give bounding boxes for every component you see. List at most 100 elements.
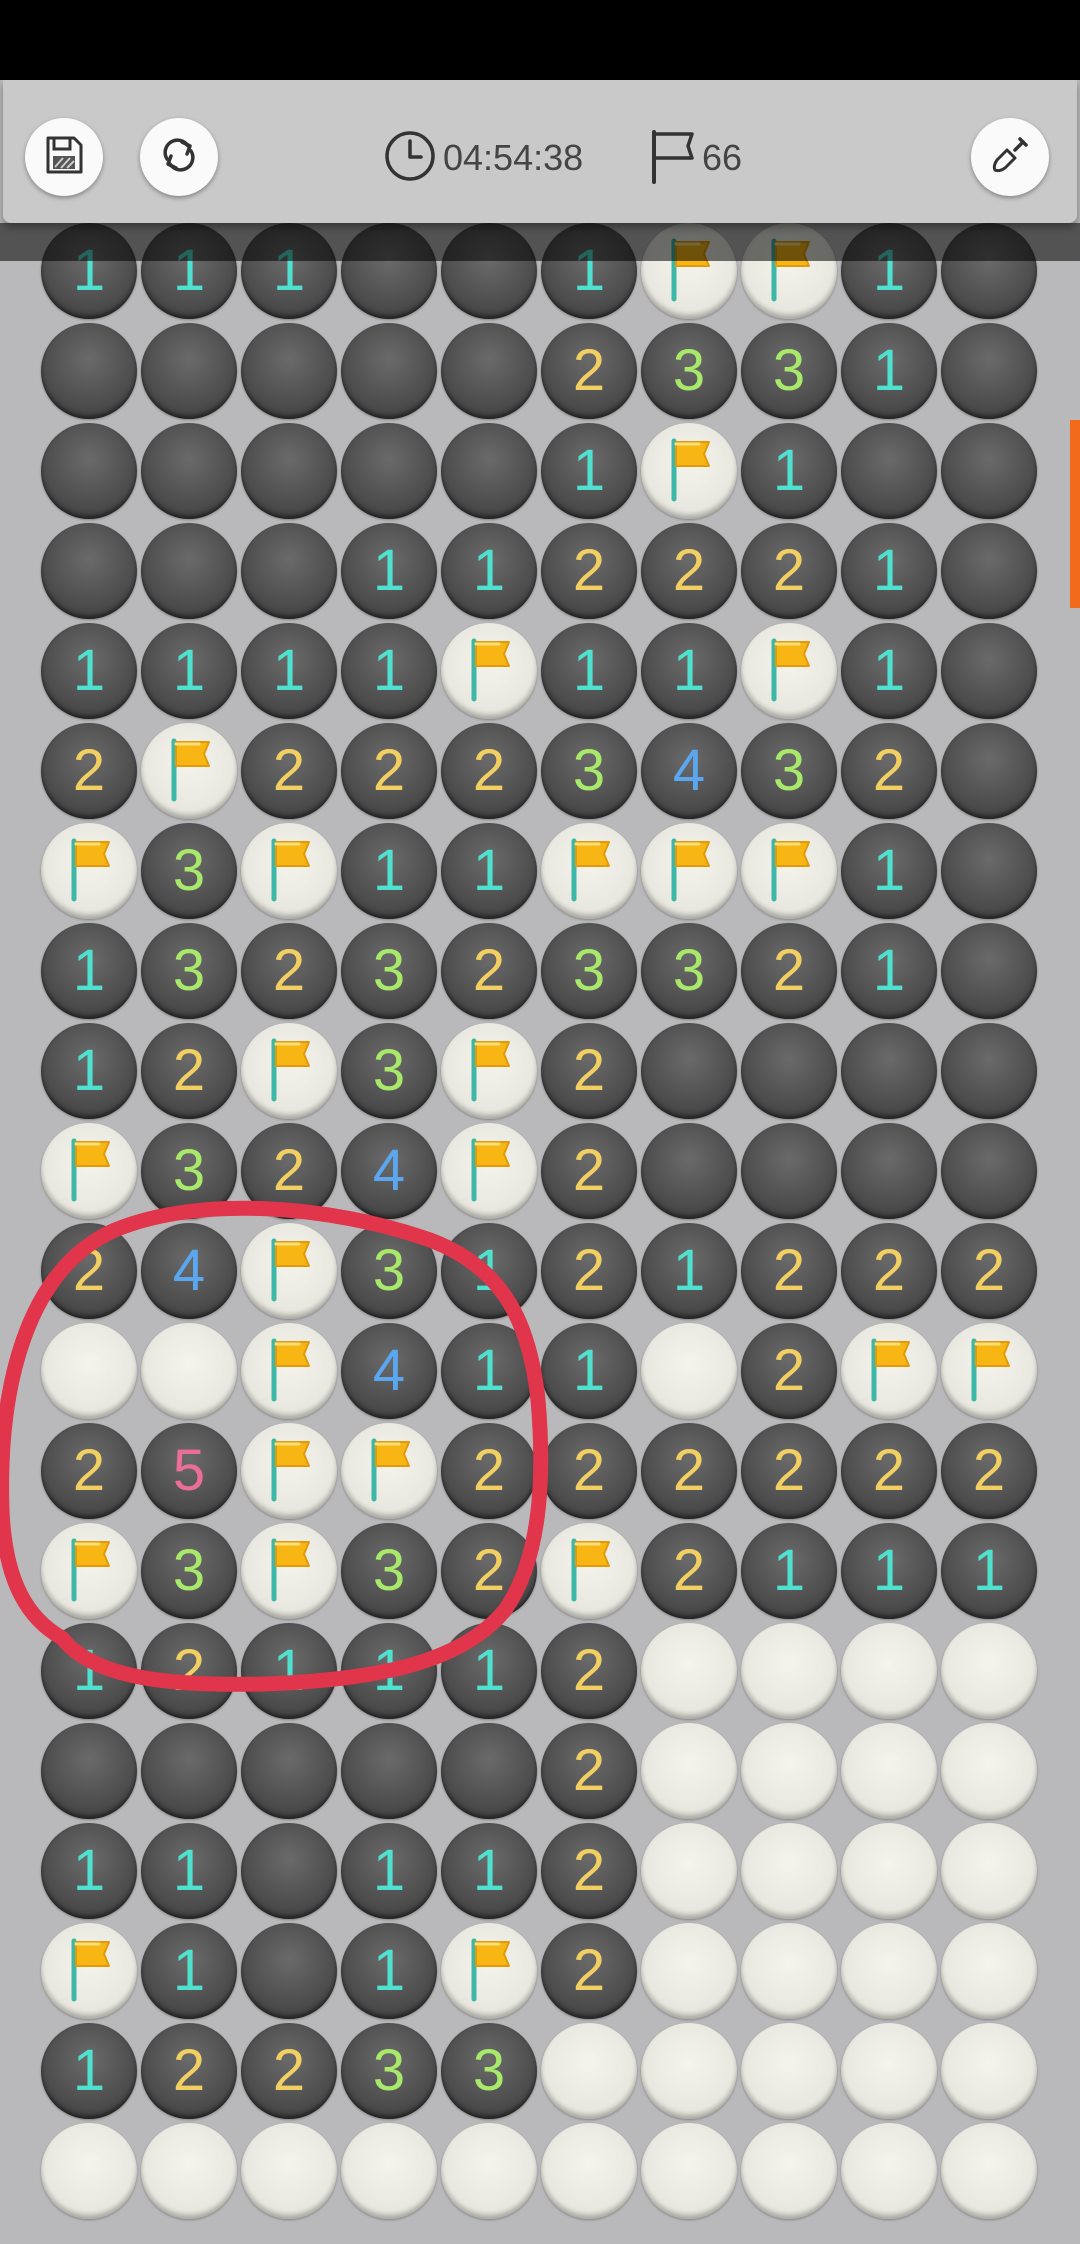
covered-cell[interactable]	[741, 2023, 837, 2119]
flagged-cell[interactable]	[441, 1123, 537, 1219]
revealed-number-cell[interactable]: 1	[341, 1923, 437, 2019]
revealed-number-cell[interactable]: 2	[741, 1223, 837, 1319]
revealed-empty-cell[interactable]	[941, 923, 1037, 1019]
revealed-number-cell[interactable]: 4	[341, 1323, 437, 1419]
revealed-empty-cell[interactable]	[141, 1723, 237, 1819]
covered-cell[interactable]	[741, 1723, 837, 1819]
revealed-number-cell[interactable]: 3	[341, 1523, 437, 1619]
revealed-empty-cell[interactable]	[941, 323, 1037, 419]
revealed-number-cell[interactable]: 2	[341, 723, 437, 819]
revealed-number-cell[interactable]: 2	[141, 1623, 237, 1719]
revealed-number-cell[interactable]: 1	[541, 423, 637, 519]
covered-cell[interactable]	[841, 2123, 937, 2219]
covered-cell[interactable]	[341, 2123, 437, 2219]
revealed-number-cell[interactable]: 2	[241, 2023, 337, 2119]
revealed-number-cell[interactable]: 1	[41, 623, 137, 719]
revealed-empty-cell[interactable]	[841, 423, 937, 519]
flagged-cell[interactable]	[141, 723, 237, 819]
revealed-number-cell[interactable]: 1	[741, 423, 837, 519]
revealed-number-cell[interactable]: 1	[841, 523, 937, 619]
revealed-number-cell[interactable]: 4	[341, 1123, 437, 1219]
flagged-cell[interactable]	[241, 1223, 337, 1319]
revealed-number-cell[interactable]: 2	[941, 1223, 1037, 1319]
revealed-number-cell[interactable]: 1	[41, 923, 137, 1019]
covered-cell[interactable]	[741, 1823, 837, 1919]
revealed-number-cell[interactable]: 3	[541, 723, 637, 819]
flagged-cell[interactable]	[241, 1023, 337, 1119]
covered-cell[interactable]	[641, 1823, 737, 1919]
revealed-number-cell[interactable]: 1	[841, 323, 937, 419]
revealed-number-cell[interactable]: 1	[441, 1323, 537, 1419]
revealed-number-cell[interactable]: 3	[341, 2023, 437, 2119]
covered-cell[interactable]	[141, 2123, 237, 2219]
flagged-cell[interactable]	[541, 823, 637, 919]
revealed-number-cell[interactable]: 2	[541, 1223, 637, 1319]
revealed-number-cell[interactable]: 2	[541, 1623, 637, 1719]
revealed-number-cell[interactable]: 3	[641, 323, 737, 419]
flagged-cell[interactable]	[41, 1523, 137, 1619]
revealed-number-cell[interactable]: 1	[41, 1023, 137, 1119]
flagged-cell[interactable]	[541, 1523, 637, 1619]
revealed-empty-cell[interactable]	[941, 1023, 1037, 1119]
revealed-number-cell[interactable]: 2	[541, 323, 637, 419]
revealed-number-cell[interactable]: 2	[541, 1123, 637, 1219]
revealed-empty-cell[interactable]	[941, 623, 1037, 719]
revealed-number-cell[interactable]: 2	[141, 2023, 237, 2119]
revealed-number-cell[interactable]: 2	[141, 1023, 237, 1119]
revealed-number-cell[interactable]: 2	[241, 723, 337, 819]
revealed-number-cell[interactable]: 2	[841, 1223, 937, 1319]
revealed-number-cell[interactable]: 1	[341, 623, 437, 719]
revealed-number-cell[interactable]: 2	[741, 923, 837, 1019]
revealed-number-cell[interactable]: 3	[141, 923, 237, 1019]
revealed-empty-cell[interactable]	[441, 1723, 537, 1819]
flagged-cell[interactable]	[241, 1523, 337, 1619]
flagged-cell[interactable]	[41, 823, 137, 919]
revealed-number-cell[interactable]: 3	[441, 2023, 537, 2119]
covered-cell[interactable]	[641, 2123, 737, 2219]
revealed-number-cell[interactable]: 2	[841, 723, 937, 819]
revealed-number-cell[interactable]: 2	[41, 1423, 137, 1519]
revealed-empty-cell[interactable]	[941, 723, 1037, 819]
revealed-number-cell[interactable]: 1	[41, 2023, 137, 2119]
revealed-number-cell[interactable]: 1	[941, 1523, 1037, 1619]
covered-cell[interactable]	[941, 2123, 1037, 2219]
flagged-cell[interactable]	[241, 1323, 337, 1419]
flagged-cell[interactable]	[241, 1423, 337, 1519]
revealed-number-cell[interactable]: 1	[341, 1823, 437, 1919]
revealed-empty-cell[interactable]	[41, 323, 137, 419]
flagged-cell[interactable]	[341, 1423, 437, 1519]
revealed-empty-cell[interactable]	[241, 1823, 337, 1919]
revealed-number-cell[interactable]: 3	[541, 923, 637, 1019]
revealed-number-cell[interactable]: 3	[141, 1123, 237, 1219]
revealed-number-cell[interactable]: 3	[141, 823, 237, 919]
flagged-cell[interactable]	[941, 1323, 1037, 1419]
covered-cell[interactable]	[241, 2123, 337, 2219]
revealed-number-cell[interactable]: 2	[741, 1323, 837, 1419]
revealed-number-cell[interactable]: 2	[241, 923, 337, 1019]
revealed-empty-cell[interactable]	[841, 1123, 937, 1219]
flagged-cell[interactable]	[741, 623, 837, 719]
revealed-empty-cell[interactable]	[141, 323, 237, 419]
revealed-number-cell[interactable]: 1	[341, 1623, 437, 1719]
revealed-empty-cell[interactable]	[741, 1023, 837, 1119]
revealed-number-cell[interactable]: 1	[841, 823, 937, 919]
flagged-cell[interactable]	[41, 1923, 137, 2019]
revealed-number-cell[interactable]: 1	[841, 1523, 937, 1619]
revealed-number-cell[interactable]: 1	[441, 1223, 537, 1319]
covered-cell[interactable]	[741, 1623, 837, 1719]
revealed-number-cell[interactable]: 3	[341, 1023, 437, 1119]
revealed-empty-cell[interactable]	[441, 423, 537, 519]
covered-cell[interactable]	[741, 2123, 837, 2219]
revealed-number-cell[interactable]: 1	[241, 1623, 337, 1719]
revealed-empty-cell[interactable]	[941, 523, 1037, 619]
covered-cell[interactable]	[641, 1623, 737, 1719]
revealed-number-cell[interactable]: 1	[441, 823, 537, 919]
covered-cell[interactable]	[141, 1323, 237, 1419]
revealed-number-cell[interactable]: 2	[841, 1423, 937, 1519]
revealed-number-cell[interactable]: 4	[141, 1223, 237, 1319]
revealed-number-cell[interactable]: 3	[741, 723, 837, 819]
revealed-number-cell[interactable]: 2	[441, 1423, 537, 1519]
revealed-number-cell[interactable]: 2	[541, 1423, 637, 1519]
covered-cell[interactable]	[41, 2123, 137, 2219]
revealed-empty-cell[interactable]	[141, 423, 237, 519]
